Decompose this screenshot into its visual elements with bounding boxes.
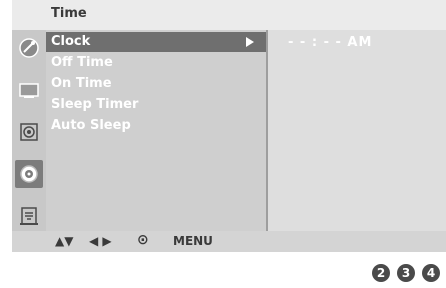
picture-icon[interactable] xyxy=(15,76,43,104)
menu-item-label: Off Time xyxy=(51,55,113,70)
navigation-hint-bar: ▲▼ ◀ ▶ ⊙ MENU xyxy=(12,231,446,252)
menu-title: Time xyxy=(51,6,87,21)
step-badge-2: 2 xyxy=(372,264,390,282)
step-badge-3: 3 xyxy=(397,264,415,282)
menu-item-on-time[interactable]: On Time xyxy=(46,74,266,94)
menu-item-label: On Time xyxy=(51,76,112,91)
step-badge-4: 4 xyxy=(422,264,440,282)
menu-item-auto-sleep[interactable]: Auto Sleep xyxy=(46,116,266,136)
menu-item-label: Sleep Timer xyxy=(51,97,139,112)
category-icon-column xyxy=(12,30,46,231)
left-right-arrows-icon: ◀ ▶ xyxy=(89,234,112,248)
menu-item-label: Auto Sleep xyxy=(51,118,131,133)
sound-icon[interactable] xyxy=(15,118,43,146)
clock-icon[interactable] xyxy=(15,160,43,188)
menu-hint-label: MENU xyxy=(173,234,213,248)
value-panel: - - : - - AM xyxy=(268,30,446,231)
menu-title-bar: Time xyxy=(12,0,446,30)
select-button-icon: ⊙ xyxy=(137,232,149,248)
lock-icon[interactable] xyxy=(15,202,43,230)
submenu-arrow-icon xyxy=(246,37,254,47)
menu-list: Clock Off Time On Time Sleep Timer Auto … xyxy=(46,30,266,231)
menu-item-clock[interactable]: Clock xyxy=(46,32,266,52)
menu-item-label: Clock xyxy=(51,34,91,49)
menu-item-sleep-timer[interactable]: Sleep Timer xyxy=(46,95,266,115)
up-down-arrows-icon: ▲▼ xyxy=(55,234,74,248)
clock-value: - - : - - AM xyxy=(288,35,373,50)
time-menu-panel: Time Clock Off Time On Time Sleep Timer … xyxy=(12,0,446,252)
menu-item-off-time[interactable]: Off Time xyxy=(46,53,266,73)
satellite-dish-icon[interactable] xyxy=(15,34,43,62)
